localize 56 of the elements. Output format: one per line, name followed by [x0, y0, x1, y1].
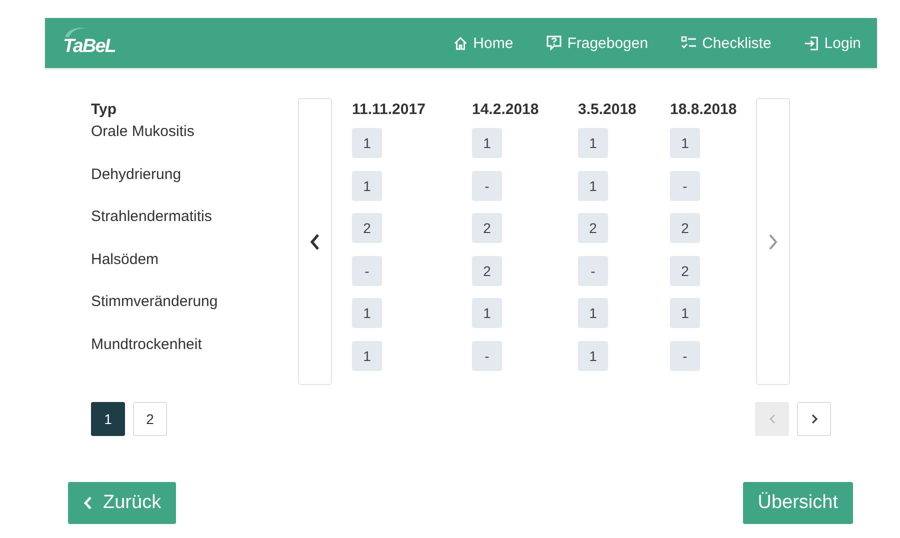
- back-button[interactable]: Zurück: [68, 482, 176, 524]
- chevron-right-icon: [810, 414, 818, 424]
- value-badge: 2: [670, 256, 700, 286]
- date-heading: 14.2.2018: [472, 101, 539, 118]
- row-label: Dehydrierung: [91, 164, 182, 185]
- value-badge: -: [352, 256, 382, 286]
- value-badge: 2: [670, 213, 700, 244]
- value-badge: 2: [472, 213, 502, 244]
- checklist-icon: [681, 36, 698, 50]
- value-badge: 1: [670, 298, 700, 328]
- date-heading: 11.11.2017: [352, 101, 426, 118]
- value-badge: 1: [352, 128, 382, 158]
- logo[interactable]: TaBeL: [63, 36, 116, 57]
- nav-link[interactable]: Fragebogen: [546, 34, 648, 52]
- date-heading: 3.5.2018: [578, 101, 636, 118]
- overview-button[interactable]: Übersicht: [742, 482, 853, 524]
- value-badge: 1: [352, 170, 382, 201]
- value-badge: 1: [472, 128, 502, 158]
- page-button[interactable]: 2: [133, 402, 167, 436]
- value-badge: 1: [670, 128, 700, 158]
- value-badge: -: [670, 340, 700, 371]
- question-bubble-icon: [546, 35, 562, 51]
- value-badge: 1: [352, 340, 382, 371]
- next-button[interactable]: [756, 98, 790, 385]
- date-heading: 18.8.2018: [670, 101, 737, 118]
- value-badge: -: [578, 256, 608, 286]
- chevron-left-icon: [309, 232, 321, 250]
- value-badge: 1: [578, 128, 608, 158]
- column-heading: Typ: [91, 100, 118, 120]
- value-badge: 2: [472, 256, 502, 286]
- nav-link[interactable]: Home: [453, 34, 514, 52]
- value-badge: 2: [352, 213, 382, 244]
- chevron-left-icon: [768, 414, 776, 424]
- value-badge: 1: [578, 170, 608, 201]
- row-label: Strahlendermatitis: [91, 207, 213, 228]
- nav-link[interactable]: Login: [804, 34, 861, 52]
- row-label: Halsödem: [91, 250, 160, 270]
- row-label: Orale Mukositis: [91, 122, 196, 142]
- value-badge: 1: [472, 298, 502, 328]
- value-badge: 1: [578, 340, 608, 371]
- value-badge: -: [472, 340, 502, 371]
- chevron-right-icon: [767, 232, 779, 250]
- value-badge: 1: [352, 298, 382, 328]
- home-icon: [453, 36, 468, 50]
- login-icon: [804, 36, 820, 50]
- value-badge: 1: [578, 298, 608, 328]
- value-badge: -: [670, 170, 700, 201]
- next-page-button[interactable]: [797, 402, 831, 436]
- nav-link[interactable]: Checkliste: [681, 34, 772, 52]
- chevron-left-icon: [83, 496, 93, 510]
- value-badge: 2: [578, 213, 608, 244]
- row-label: Stimmveränderung: [91, 292, 219, 312]
- previous-button[interactable]: [298, 98, 332, 385]
- row-label: Mundtrockenheit: [91, 334, 203, 355]
- page-button[interactable]: 1: [91, 402, 125, 436]
- value-badge: -: [472, 170, 502, 201]
